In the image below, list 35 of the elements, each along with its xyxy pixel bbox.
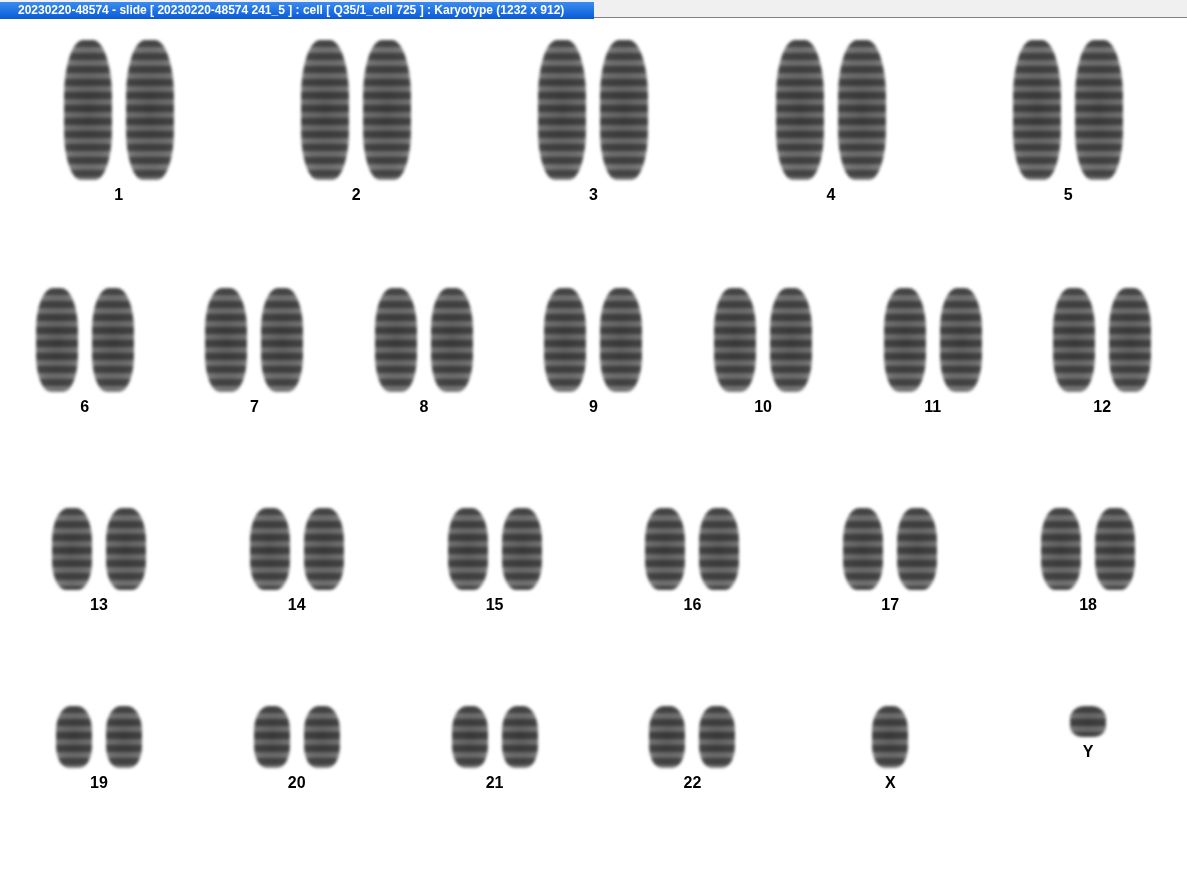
chromosome-label: 1 [114,186,124,204]
chromosome-image [253,706,290,768]
chromosome-image [699,706,736,768]
chromosome-label: Y [1082,743,1094,761]
chromosome-label: 3 [589,186,598,204]
chromosome-label: 18 [1079,596,1097,614]
chromosome-image [55,706,92,768]
chromosome-image [1070,706,1107,737]
chromosome-image [872,706,909,768]
chromosome-label: 12 [1093,398,1112,416]
chromosome-label: 14 [287,596,306,614]
chromosome-label: 21 [485,774,504,792]
chromosome-label: 19 [90,774,108,792]
chromosome-label: 4 [826,186,836,204]
chromosome-image [105,706,142,768]
chromosome-label: 16 [683,596,702,614]
chromosome-label: 9 [589,398,598,416]
chromosome-label: 8 [419,398,429,416]
chromosome-image [501,706,538,768]
chromosome-label: 7 [249,398,259,416]
chromosome-image [303,706,340,768]
chromosome-label: 13 [90,596,108,614]
chromosome-label: 10 [754,398,772,416]
chromosome-label: 6 [80,398,90,416]
chromosome-image [451,706,488,768]
chromosome-label: 5 [1063,186,1073,204]
window-title: 20230220-48574 - slide [ 20230220-48574 241_5 ] : cell [ Q35/1_cell 725 ] : Karyotype (1232 x 912) [0,2,594,19]
chromosome-label: 15 [485,596,504,614]
chromosome-label: 20 [287,774,306,792]
chromosome-label: X [884,774,896,792]
chromosome-label: 2 [351,186,361,204]
chromosome-label: 11 [924,398,942,416]
chromosome-label: 22 [683,774,702,792]
chromosome-image [649,706,686,768]
chromosome-label: 17 [881,596,900,614]
